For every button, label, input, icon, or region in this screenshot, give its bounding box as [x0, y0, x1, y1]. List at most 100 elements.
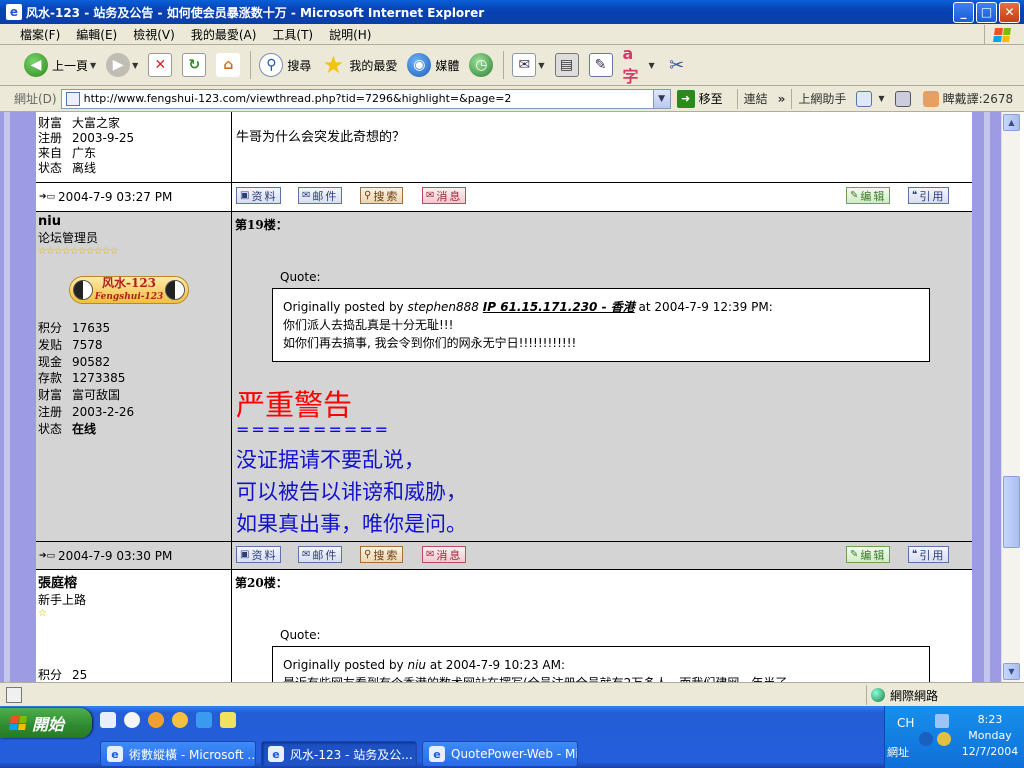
favorites-label: 我的最愛: [349, 58, 398, 73]
media-button[interactable]: ◉ 媒體: [403, 49, 463, 81]
dictionary-label: 睥戴譯:2678: [942, 92, 1014, 106]
email-button[interactable]: ✉ 邮件: [298, 546, 343, 563]
vertical-scrollbar[interactable]: ▲ ▼: [1001, 112, 1020, 682]
taskbar-item[interactable]: e 術數縱橫 - Microsoft ...: [100, 741, 256, 767]
mail-button[interactable]: ✉ ▼: [508, 49, 548, 81]
forward-dropdown-icon[interactable]: ▼: [132, 61, 138, 70]
translate-button[interactable]: a字 ▼: [619, 44, 659, 86]
history-button[interactable]: ◷: [465, 49, 497, 81]
quick-launch-icon[interactable]: [100, 712, 116, 728]
back-button[interactable]: ◀ 上一頁 ▼: [20, 49, 100, 81]
search-user-button[interactable]: ⚲ 搜索: [360, 546, 404, 563]
language-indicator[interactable]: CH: [897, 716, 914, 730]
search-button[interactable]: ⚲ 搜尋: [255, 49, 315, 81]
menu-favorites[interactable]: 我的最愛(A): [183, 26, 265, 43]
taskbar-item-label: 风水-123 - 站务及公...: [290, 747, 413, 762]
links-label: 連結: [743, 92, 768, 106]
favorites-button[interactable]: ★ 我的最愛: [317, 49, 401, 81]
checkbox-tool-icon[interactable]: [856, 90, 873, 107]
forum-thread-table: 财富 大富之家 注册 2003-9-25 来自 广东 状态 离线 牛哥为什么会突发此奇想…: [36, 112, 972, 682]
quote-ip-link[interactable]: IP 61.15.171.230 - 香港: [483, 300, 635, 314]
menu-file[interactable]: 檔案(F): [12, 26, 68, 43]
edit-post-button[interactable]: ✎ 编辑: [846, 546, 891, 563]
eraser-tool-icon[interactable]: [894, 90, 911, 107]
site-logo-avatar: 风水-123 Fengshui-123: [69, 276, 189, 304]
edit-page-button[interactable]: ✎: [585, 49, 617, 81]
network-icon[interactable]: [935, 714, 949, 728]
go-label: 移至: [698, 92, 723, 106]
author-name[interactable]: niu: [36, 212, 231, 229]
quick-launch-icon[interactable]: [220, 712, 236, 728]
scroll-up-icon[interactable]: ▲: [1003, 114, 1020, 131]
maximize-button[interactable]: □: [976, 1, 997, 23]
profile-icon: ▣: [240, 549, 250, 560]
profile-button[interactable]: ▣ 资料: [236, 187, 282, 204]
magnifier-icon: ⚲: [364, 549, 372, 560]
email-button[interactable]: ✉ 邮件: [298, 187, 343, 204]
address-dropdown-icon[interactable]: ▼: [652, 89, 670, 108]
post-author-cell: 财富 大富之家 注册 2003-9-25 来自 广东 状态 离线: [36, 112, 231, 182]
start-button[interactable]: 開始: [0, 708, 92, 738]
scroll-down-icon[interactable]: ▼: [1003, 663, 1020, 680]
quote-post-button[interactable]: ❝ 引用: [908, 187, 950, 204]
clock-day: Monday: [968, 729, 1012, 742]
address-url[interactable]: http://www.fengshui-123.com/viewthread.p…: [84, 92, 653, 105]
menu-help[interactable]: 說明(H): [321, 26, 379, 43]
scissors-icon: ✂: [669, 54, 685, 76]
media-player-icon[interactable]: [148, 712, 164, 728]
mail-dropdown-icon[interactable]: ▼: [538, 61, 544, 70]
address-field[interactable]: http://www.fengshui-123.com/viewthread.p…: [60, 88, 671, 109]
quick-launch-icon[interactable]: [124, 712, 140, 728]
close-button[interactable]: ✕: [999, 1, 1020, 23]
message-button[interactable]: ✉ 消息: [422, 546, 467, 563]
refresh-button[interactable]: ↻: [178, 49, 210, 81]
stop-button[interactable]: ✕: [144, 49, 176, 81]
taskbar-item[interactable]: e QuotePower-Web - Mi...: [422, 741, 578, 767]
ie-icon: e: [6, 4, 22, 20]
search-label: 搜尋: [287, 58, 312, 73]
home-button[interactable]: ⌂: [212, 49, 244, 81]
info-key: 现金: [38, 354, 63, 369]
print-button[interactable]: ▤: [551, 49, 583, 81]
menu-edit[interactable]: 編輯(E): [68, 26, 125, 43]
ie-icon[interactable]: [196, 712, 212, 728]
minimize-button[interactable]: _: [953, 1, 974, 23]
info-value: 广东: [72, 146, 97, 160]
back-dropdown-icon[interactable]: ▼: [90, 61, 96, 70]
messenger-icon[interactable]: [172, 712, 188, 728]
cut-button[interactable]: ✂: [661, 49, 693, 81]
tray-status-icon[interactable]: [937, 732, 951, 746]
scroll-thumb[interactable]: [1003, 476, 1020, 548]
avatar-logo-en: Fengshui-123: [94, 292, 164, 302]
clock[interactable]: 8:23 Monday 12/7/2004: [955, 712, 1024, 760]
info-key: 积分: [38, 321, 63, 335]
search-user-button[interactable]: ⚲ 搜索: [360, 187, 404, 204]
clock-time: 8:23: [977, 713, 1003, 726]
menu-tools[interactable]: 工具(T): [264, 26, 321, 43]
quote-text: 你们派人去捣乱真是十分无耻!!!: [283, 318, 454, 332]
warning-text: 如果真出事，唯你是问。: [236, 512, 467, 536]
forward-button[interactable]: ▶ ▼: [102, 49, 142, 81]
links-more-icon[interactable]: »: [778, 92, 786, 106]
message-button[interactable]: ✉ 消息: [422, 187, 467, 204]
taskbar-item-active[interactable]: e 风水-123 - 站务及公...: [261, 741, 417, 767]
translate-dropdown-icon[interactable]: ▼: [649, 61, 655, 70]
assistant-toolbar[interactable]: 上網助手 ▼: [791, 88, 920, 109]
author-name[interactable]: 張庭榕: [36, 570, 231, 591]
edit-post-button[interactable]: ✎ 编辑: [846, 187, 891, 204]
history-icon: ◷: [469, 53, 494, 77]
quote-post-button[interactable]: ❝ 引用: [908, 546, 950, 563]
ie-icon: e: [429, 746, 445, 762]
links-toolbar[interactable]: 連結 »: [736, 88, 792, 109]
quote-icon: ❝: [912, 190, 918, 201]
tray-arrow-icon[interactable]: [919, 732, 933, 746]
profile-button[interactable]: ▣ 资料: [236, 546, 282, 563]
dictionary-button[interactable]: 睥戴譯:2678: [921, 89, 1020, 109]
avatar-logo-cn: 风水-123: [101, 276, 157, 290]
menu-view[interactable]: 檢視(V): [125, 26, 183, 43]
assistant-dropdown-icon[interactable]: ▼: [878, 94, 884, 103]
quote-label: Quote:: [280, 270, 321, 284]
author-info: 积分 25: [36, 668, 87, 682]
go-button[interactable]: ➜ 移至: [676, 89, 723, 108]
author-info: 积分 17635 发贴 7578 现金 90582 存款 1273385 财富 富可敌国 …: [36, 320, 134, 438]
